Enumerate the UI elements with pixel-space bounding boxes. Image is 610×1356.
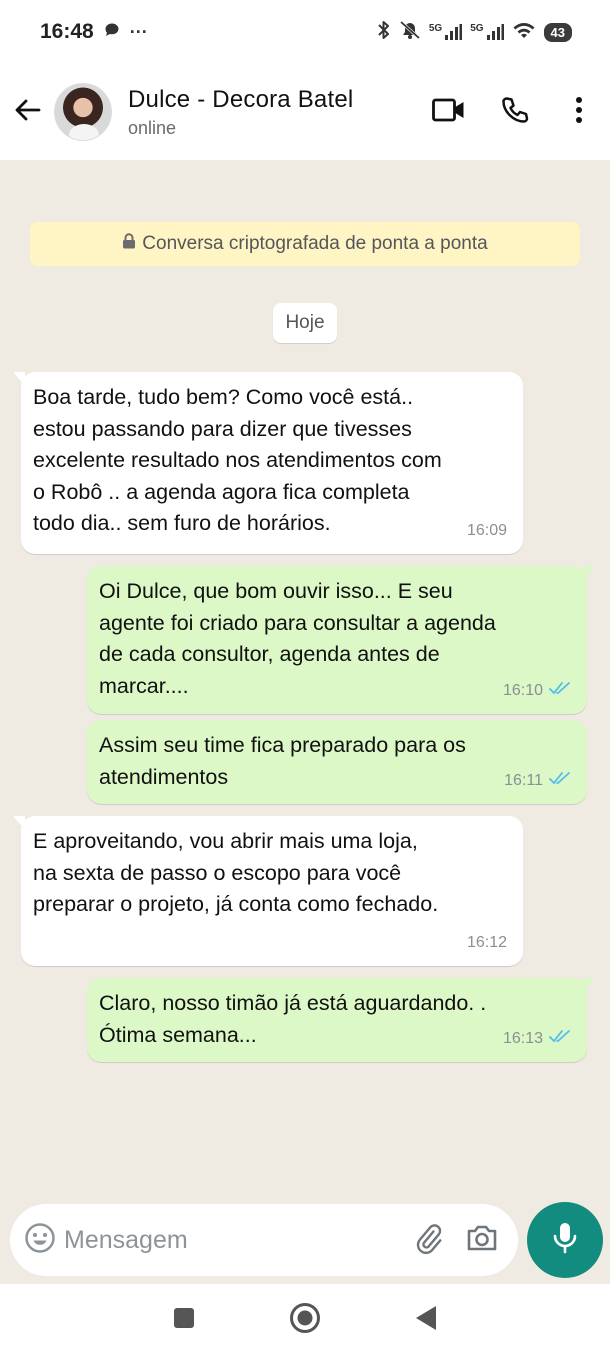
message-bubble-outgoing[interactable]: Oi Dulce, que bom ouvir isso... E seu ag…	[87, 566, 595, 714]
back-triangle-icon[interactable]	[415, 1305, 437, 1336]
battery-indicator: 43	[543, 22, 572, 42]
message-composer: Mensagem	[0, 1200, 610, 1284]
message-text: E aproveitando, vou abrir mais uma loja,…	[33, 829, 439, 916]
recents-square-icon[interactable]	[173, 1307, 195, 1334]
bluetooth-icon	[377, 20, 391, 45]
contact-status: online	[128, 117, 177, 138]
more-icon	[575, 96, 583, 129]
attach-icon[interactable]	[412, 1222, 444, 1259]
back-arrow-icon	[13, 98, 41, 127]
status-dots: ···	[129, 21, 148, 42]
chat-area[interactable]: Conversa criptografada de ponta a ponta …	[0, 160, 610, 1284]
voice-call-button[interactable]	[482, 64, 548, 160]
chat-header: Dulce - Decora Batel online	[0, 64, 610, 160]
message-bubble-incoming[interactable]: E aproveitando, vou abrir mais uma loja,…	[13, 816, 523, 966]
back-button[interactable]	[2, 64, 52, 160]
microphone-icon	[552, 1221, 578, 1260]
voice-message-button[interactable]	[527, 1202, 603, 1278]
message-time: 16:11	[504, 771, 543, 789]
signal-5g-icon-2: 5G	[470, 23, 504, 41]
message-time: 16:12	[466, 933, 507, 951]
video-call-icon	[432, 98, 466, 127]
read-ticks-icon	[549, 765, 571, 797]
system-navigation-bar	[0, 1284, 610, 1356]
whatsapp-chat-screen: 16:48 ··· 5G 5G 43 Dulce - Decora Batel …	[0, 0, 610, 1356]
mute-icon	[399, 20, 421, 45]
message-time: 16:13	[502, 1029, 543, 1047]
status-time: 16:48	[40, 20, 94, 43]
encryption-notice[interactable]: Conversa criptografada de ponta a ponta	[30, 222, 580, 266]
message-bubble-outgoing[interactable]: Claro, nosso timão já está aguardando. .…	[87, 978, 595, 1062]
message-time: 16:10	[502, 681, 543, 699]
message-placeholder: Mensagem	[64, 1225, 188, 1254]
status-bar: 16:48 ··· 5G 5G 43	[0, 0, 610, 64]
wifi-icon	[512, 21, 536, 44]
encryption-notice-text: Conversa criptografada de ponta a ponta	[142, 233, 488, 254]
message-text: Boa tarde, tudo bem? Como você está.. es…	[33, 385, 442, 535]
camera-icon[interactable]	[466, 1224, 498, 1257]
contact-name: Dulce - Decora Batel	[128, 85, 354, 113]
network-label: 5G	[428, 23, 443, 34]
contact-info[interactable]: Dulce - Decora Batel online	[128, 86, 353, 139]
avatar[interactable]	[54, 83, 112, 141]
read-ticks-icon	[549, 1023, 571, 1055]
more-options-button[interactable]	[548, 64, 610, 160]
video-call-button[interactable]	[416, 64, 482, 160]
lock-icon	[122, 233, 136, 255]
chat-bubble-icon	[104, 22, 120, 43]
signal-5g-icon: 5G	[428, 23, 463, 41]
read-ticks-icon	[549, 675, 571, 707]
home-circle-icon[interactable]	[289, 1302, 321, 1339]
message-input[interactable]: Mensagem	[10, 1204, 518, 1276]
date-chip: Hoje	[273, 303, 337, 343]
emoji-icon[interactable]	[24, 1222, 56, 1259]
network-label-2: 5G	[470, 23, 484, 34]
message-bubble-incoming[interactable]: Boa tarde, tudo bem? Como você está.. es…	[13, 372, 523, 554]
phone-icon	[501, 96, 529, 129]
message-bubble-outgoing[interactable]: Assim seu time fica preparado para os at…	[87, 720, 587, 804]
message-time: 16:09	[466, 521, 507, 539]
